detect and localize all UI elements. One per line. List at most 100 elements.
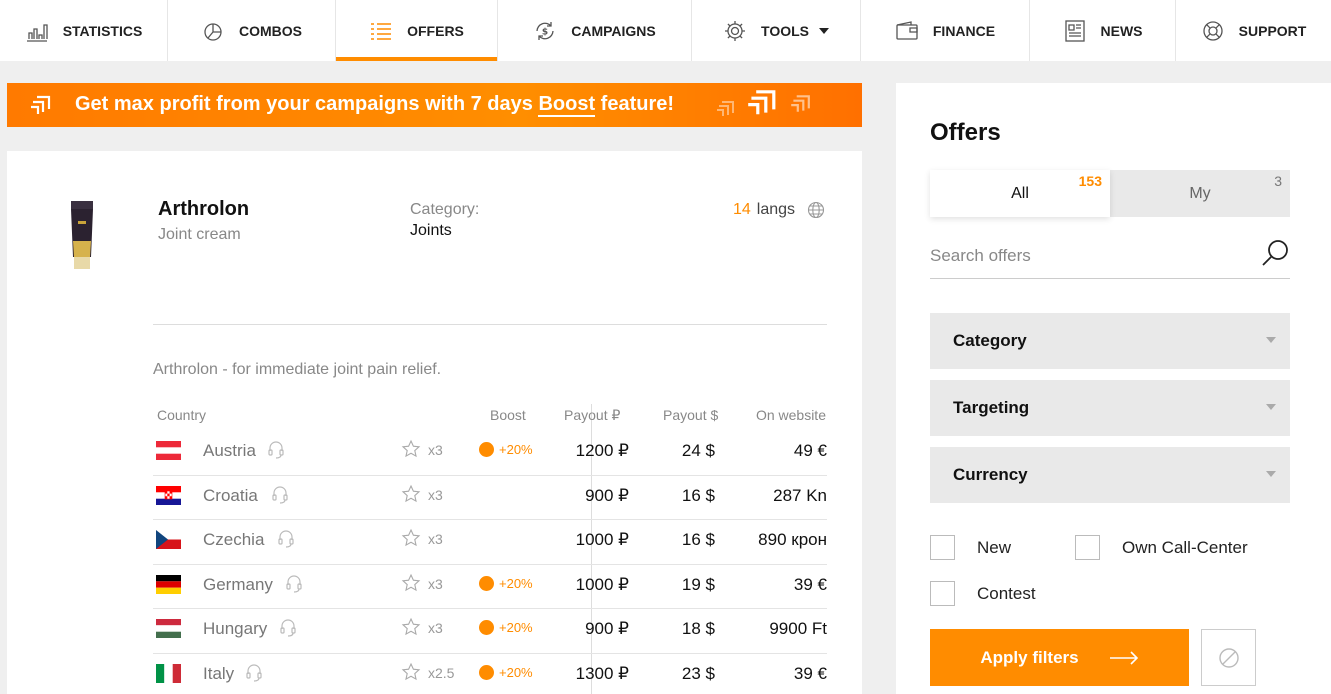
tab-all[interactable]: All 153 [930,170,1110,217]
headset-icon [272,486,288,504]
multiplier: x3 [428,531,443,548]
star-icon[interactable] [401,528,421,548]
star-icon[interactable] [401,439,421,459]
category-value: Joints [410,222,452,239]
reset-filters-button[interactable] [1201,629,1256,686]
nav-offers[interactable]: OFFERS [336,0,498,61]
boost-badge: +20% [479,575,533,591]
multiplier: x3 [428,620,443,637]
flag-czechia-icon [156,530,181,550]
payout-usd: 19 $ [681,574,715,594]
header-country: Country [157,407,207,423]
table-row: Italy x2.5 +20% 1300 ₽ 23 $ 39 € [153,654,827,694]
checkbox-box[interactable] [1075,535,1100,560]
bar-chart-icon [26,23,48,42]
payout-usd: 18 $ [681,619,715,639]
offer-subtitle: Joint cream [158,226,241,243]
table-row: Germany x3 +20% 1000 ₽ 19 $ 39 € [153,565,827,610]
banner-text-end: feature! [595,93,675,115]
tab-my[interactable]: My 3 [1110,170,1290,217]
payout-rub: 900 ₽ [585,619,629,639]
checkbox-box[interactable] [930,535,955,560]
search-input[interactable] [930,246,1250,266]
multiplier: x2.5 [428,664,455,681]
product-image[interactable] [69,201,95,269]
gear-icon [725,20,746,41]
star-icon[interactable] [401,573,421,593]
apply-filters-button[interactable]: Apply filters [930,629,1189,686]
boost-badge: +20% [479,664,533,680]
country-name: Hungary [203,619,268,639]
nav-support[interactable]: SUPPORT [1176,0,1331,61]
divider [153,324,827,325]
category-dropdown-label: Category [953,331,1027,350]
payout-usd: 16 $ [681,485,715,505]
nav-news[interactable]: NEWS [1030,0,1176,61]
payout-rub: 1200 ₽ [575,441,629,460]
nav-label: STATISTICS [62,22,143,39]
checkbox-contest[interactable]: Contest [930,581,1036,606]
tab-my-label: My [1189,184,1211,202]
nav-campaigns[interactable]: $ CAMPAIGNS [498,0,692,61]
website-price: 287 Kn [773,485,827,505]
nav-label: NEWS [1100,22,1143,39]
flag-croatia-icon [156,485,181,505]
nav-label: COMBOS [239,22,302,39]
category-dropdown[interactable]: Category [930,313,1290,369]
nav-label: TOOLS [761,22,809,39]
lifebuoy-icon [1203,20,1223,41]
boost-arrows-icon [717,101,734,116]
boost-dot-icon [479,442,494,457]
nav-combos[interactable]: COMBOS [168,0,336,61]
boost-dot-icon [479,620,494,636]
category-label: Category: [410,201,480,218]
chevron-down-icon [1266,471,1276,477]
header-payout-usd: Payout $ [663,407,719,423]
search-icon[interactable] [1260,238,1290,268]
svg-text:$: $ [542,27,548,37]
boost-value: +20% [499,575,533,591]
nav-label: OFFERS [407,22,464,39]
checkbox-box[interactable] [930,581,955,606]
checkbox-label: Contest [977,583,1036,603]
headset-icon [280,619,296,637]
country-name: Germany [203,574,273,594]
search-box [930,238,1290,279]
nav-label: FINANCE [932,22,996,39]
website-price: 39 € [793,574,827,594]
nav-finance[interactable]: FINANCE [861,0,1030,61]
payout-rub: 1300 ₽ [575,663,629,683]
languages-count: 14 [733,201,751,218]
star-icon[interactable] [401,662,421,682]
offer-name[interactable]: Arthrolon [158,198,249,221]
multiplier: x3 [428,486,443,503]
wallet-icon [896,20,918,40]
boost-arrows-icon [748,90,776,115]
header-payout-rub: Payout ₽ [564,407,621,423]
table-row: Czechia x3 1000 ₽ 16 $ 890 крон [153,520,827,565]
star-icon[interactable] [401,617,421,637]
header-on-website: On website [755,407,826,423]
currency-dropdown[interactable]: Currency [930,447,1290,503]
boost-promo-banner[interactable]: Get max profit from your campaigns with … [7,83,862,127]
nav-label: CAMPAIGNS [571,22,656,39]
currency-dropdown-label: Currency [953,465,1028,484]
flag-hungary-icon [156,619,181,639]
checkbox-own-call-center[interactable]: Own Call-Center [1075,535,1248,560]
newspaper-icon [1064,19,1085,42]
top-navigation: STATISTICS COMBOS OFFERS $ CAMPAIGNS TOO… [0,0,1331,61]
cancel-icon [1218,647,1239,668]
flag-italy-icon [156,663,181,683]
multiplier: x3 [428,575,443,592]
languages-info[interactable]: 14 langs [733,201,825,219]
checkbox-new[interactable]: New [930,535,1011,560]
website-price: 9900 Ft [769,619,827,639]
star-icon[interactable] [401,484,421,504]
flag-austria-icon [156,441,181,460]
nav-tools[interactable]: TOOLS [692,0,861,61]
targeting-dropdown[interactable]: Targeting [930,380,1290,436]
table-row: Hungary x3 +20% 900 ₽ 18 $ 9900 Ft [153,609,827,654]
banner-boost-link[interactable]: Boost [538,93,596,117]
nav-statistics[interactable]: STATISTICS [0,0,168,61]
boost-dot-icon [479,575,494,591]
